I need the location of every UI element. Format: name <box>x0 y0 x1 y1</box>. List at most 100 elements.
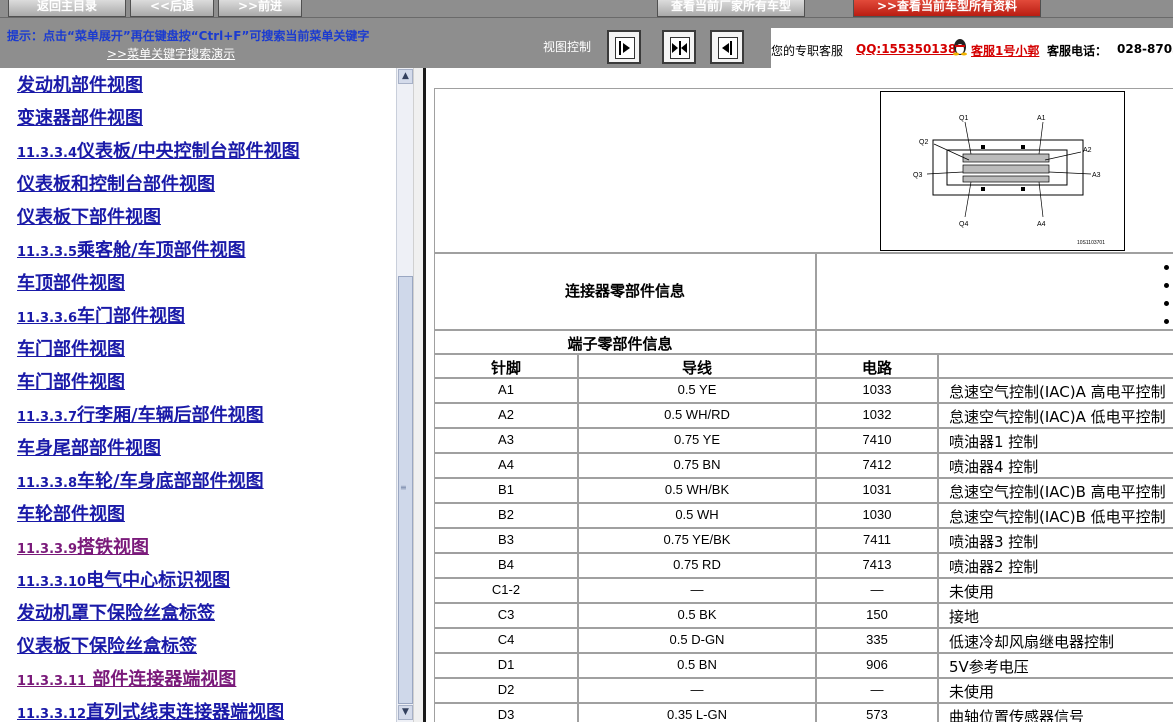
table-cell-circuit: — <box>816 678 938 703</box>
menu-item-label: 仪表板下保险丝盒标签 <box>17 636 197 657</box>
menu-item-label: 搭铁视图 <box>77 537 150 558</box>
table-cell-wire: 0.75 YE <box>578 428 816 453</box>
cell-text: B3 <box>498 532 514 547</box>
menu-item-label: 直列式线束连接器端视图 <box>86 702 285 723</box>
menu-item-label: 车门部件视图 <box>17 339 125 360</box>
menu-item[interactable]: 车门部件视图 <box>17 335 125 361</box>
table-cell-pin: A3 <box>434 428 578 453</box>
scroll-down-icon[interactable]: ▼ <box>398 705 413 720</box>
menu-item[interactable]: 11.3.3.10电气中心标识视图 <box>17 566 230 592</box>
table-cell-wire: 0.5 BN <box>578 653 816 678</box>
menu-item-label: 部件连接器端视图 <box>86 669 237 690</box>
cell-text: 573 <box>866 707 888 722</box>
menu-item[interactable]: 仪表板下保险丝盒标签 <box>17 632 197 658</box>
table-cell-pin: C3 <box>434 603 578 628</box>
service-lead: 您的专职客服 <box>771 44 844 58</box>
cell-text: 1031 <box>862 482 892 497</box>
table-cell-pin: D3 <box>434 703 578 722</box>
menu-item-number: 11.3.3.9 <box>17 542 78 557</box>
bullet-icon <box>1164 265 1169 270</box>
connector-diagram: Q1 A1 Q2 A2 Q3 A3 Q4 A4 10S1103701 <box>880 91 1125 251</box>
table-cell-function: 未使用 <box>938 678 1173 703</box>
label-q4: Q4 <box>959 221 968 228</box>
menu-item[interactable]: 车轮部件视图 <box>17 500 125 526</box>
menu-item[interactable]: 11.3.3.5乘客舱/车顶部件视图 <box>17 236 246 262</box>
back-button[interactable]: <<后退 <box>130 0 214 17</box>
table-cell-wire: 0.5 WH <box>578 503 816 528</box>
menu-item[interactable]: 车顶部件视图 <box>17 269 125 295</box>
label-a1: A1 <box>1037 115 1046 122</box>
cell-text: 1033 <box>862 382 892 397</box>
qq-link[interactable]: QQ:1553501388 <box>856 42 965 56</box>
menu-item-label: 车门部件视图 <box>77 306 186 327</box>
expand-left-button[interactable] <box>710 30 744 64</box>
split-view-button[interactable] <box>662 30 696 64</box>
scroll-up-icon[interactable]: ▲ <box>398 69 413 84</box>
expand-right-button[interactable] <box>607 30 641 64</box>
label-q1: Q1 <box>959 115 968 122</box>
menu-item-label: 仪表板下部件视图 <box>17 207 161 228</box>
label-q3: Q3 <box>913 172 922 179</box>
menu-item[interactable]: 仪表板和控制台部件视图 <box>17 170 215 196</box>
menu-search-demo-link[interactable]: >>菜单关键字搜索演示 <box>107 45 235 62</box>
menu-item-label: 电气中心标识视图 <box>86 570 231 591</box>
menu-item[interactable]: 车身尾部部件视图 <box>17 434 161 460</box>
all-docs-button[interactable]: >>查看当前车型所有资料 <box>853 0 1041 17</box>
service-agent-link[interactable]: 客服1号小郭 <box>971 42 1039 59</box>
menu-item[interactable]: 11.3.3.4仪表板/中央控制台部件视图 <box>17 137 300 163</box>
table-cell-circuit: 7411 <box>816 528 938 553</box>
menu-item[interactable]: 发动机部件视图 <box>17 71 143 97</box>
menu-item[interactable]: 11.3.3.6车门部件视图 <box>17 302 185 328</box>
cell-text: A3 <box>498 432 514 447</box>
table-cell-circuit: 7412 <box>816 453 938 478</box>
menu-item[interactable]: 11.3.3.8车轮/车身底部部件视图 <box>17 467 264 493</box>
col-circuit-header: 电路 <box>816 354 938 378</box>
table-cell-function: 怠速空气控制(IAC)B 高电平控制 <box>938 478 1173 503</box>
cell-text: 5V参考电压 <box>949 658 1029 676</box>
cell-text: 1032 <box>862 407 892 422</box>
menu-item[interactable]: 发动机罩下保险丝盒标签 <box>17 599 215 625</box>
menu-item[interactable]: 11.3.3.12直列式线束连接器端视图 <box>17 698 284 724</box>
cell-text: 怠速空气控制(IAC)B 低电平控制 <box>949 508 1166 526</box>
label-q2: Q2 <box>919 139 928 146</box>
table-cell-pin: C4 <box>434 628 578 653</box>
table-cell-wire: 0.5 D-GN <box>578 628 816 653</box>
table-cell-pin: B4 <box>434 553 578 578</box>
cell-text: 低速冷却风扇继电器控制 <box>949 633 1115 651</box>
cell-text: C1-2 <box>491 582 521 597</box>
cell-text: 0.75 YE <box>673 432 721 447</box>
col-wire-header: 导线 <box>578 354 816 378</box>
cell-text: B2 <box>498 507 514 522</box>
table-cell-function: 喷油器1 控制 <box>938 428 1173 453</box>
menu-item[interactable]: 车门部件视图 <box>17 368 125 394</box>
grip-icon: ≡ <box>400 483 407 492</box>
menu-item[interactable]: 仪表板下部件视图 <box>17 203 161 229</box>
menu-item-label: 车身尾部部件视图 <box>17 438 161 459</box>
diagram-code: 10S1103701 <box>1077 240 1105 246</box>
bullet-icon <box>1164 301 1169 306</box>
table-cell-circuit: 1032 <box>816 403 938 428</box>
menu-scrollbar[interactable]: ▲ ≡ ▼ <box>396 68 414 722</box>
menu-item[interactable]: 变速器部件视图 <box>17 104 143 130</box>
table-cell-wire: — <box>578 578 816 603</box>
forward-button[interactable]: >>前进 <box>218 0 302 17</box>
cell-text: 喷油器2 控制 <box>949 558 1039 576</box>
menu-item-label: 仪表板和控制台部件视图 <box>17 174 215 195</box>
home-button[interactable]: 返回主目录 <box>8 0 126 17</box>
table-cell-function: 低速冷却风扇继电器控制 <box>938 628 1173 653</box>
cell-text: 喷油器1 控制 <box>949 433 1039 451</box>
table-cell-circuit: 7410 <box>816 428 938 453</box>
cell-text: 7413 <box>862 557 892 572</box>
menu-item-label: 仪表板/中央控制台部件视图 <box>77 141 300 162</box>
table-cell-pin: B1 <box>434 478 578 503</box>
cell-text: 曲轴位置传感器信号 <box>949 708 1085 722</box>
top-toolbar: 返回主目录 <<后退 >>前进 查看当前厂家所有车型 >>查看当前车型所有资料 … <box>0 0 1173 68</box>
all-models-button[interactable]: 查看当前厂家所有车型 <box>657 0 805 17</box>
connector-info-cell: 连接器零部件信息 <box>434 253 816 330</box>
table-cell-wire: 0.35 L-GN <box>578 703 816 722</box>
menu-item[interactable]: 11.3.3.9搭铁视图 <box>17 533 149 559</box>
menu-item-label: 车轮部件视图 <box>17 504 125 525</box>
menu-item[interactable]: 11.3.3.11 部件连接器端视图 <box>17 665 236 691</box>
menu-item-number: 11.3.3.4 <box>17 146 78 161</box>
menu-item[interactable]: 11.3.3.7行李厢/车辆后部件视图 <box>17 401 264 427</box>
